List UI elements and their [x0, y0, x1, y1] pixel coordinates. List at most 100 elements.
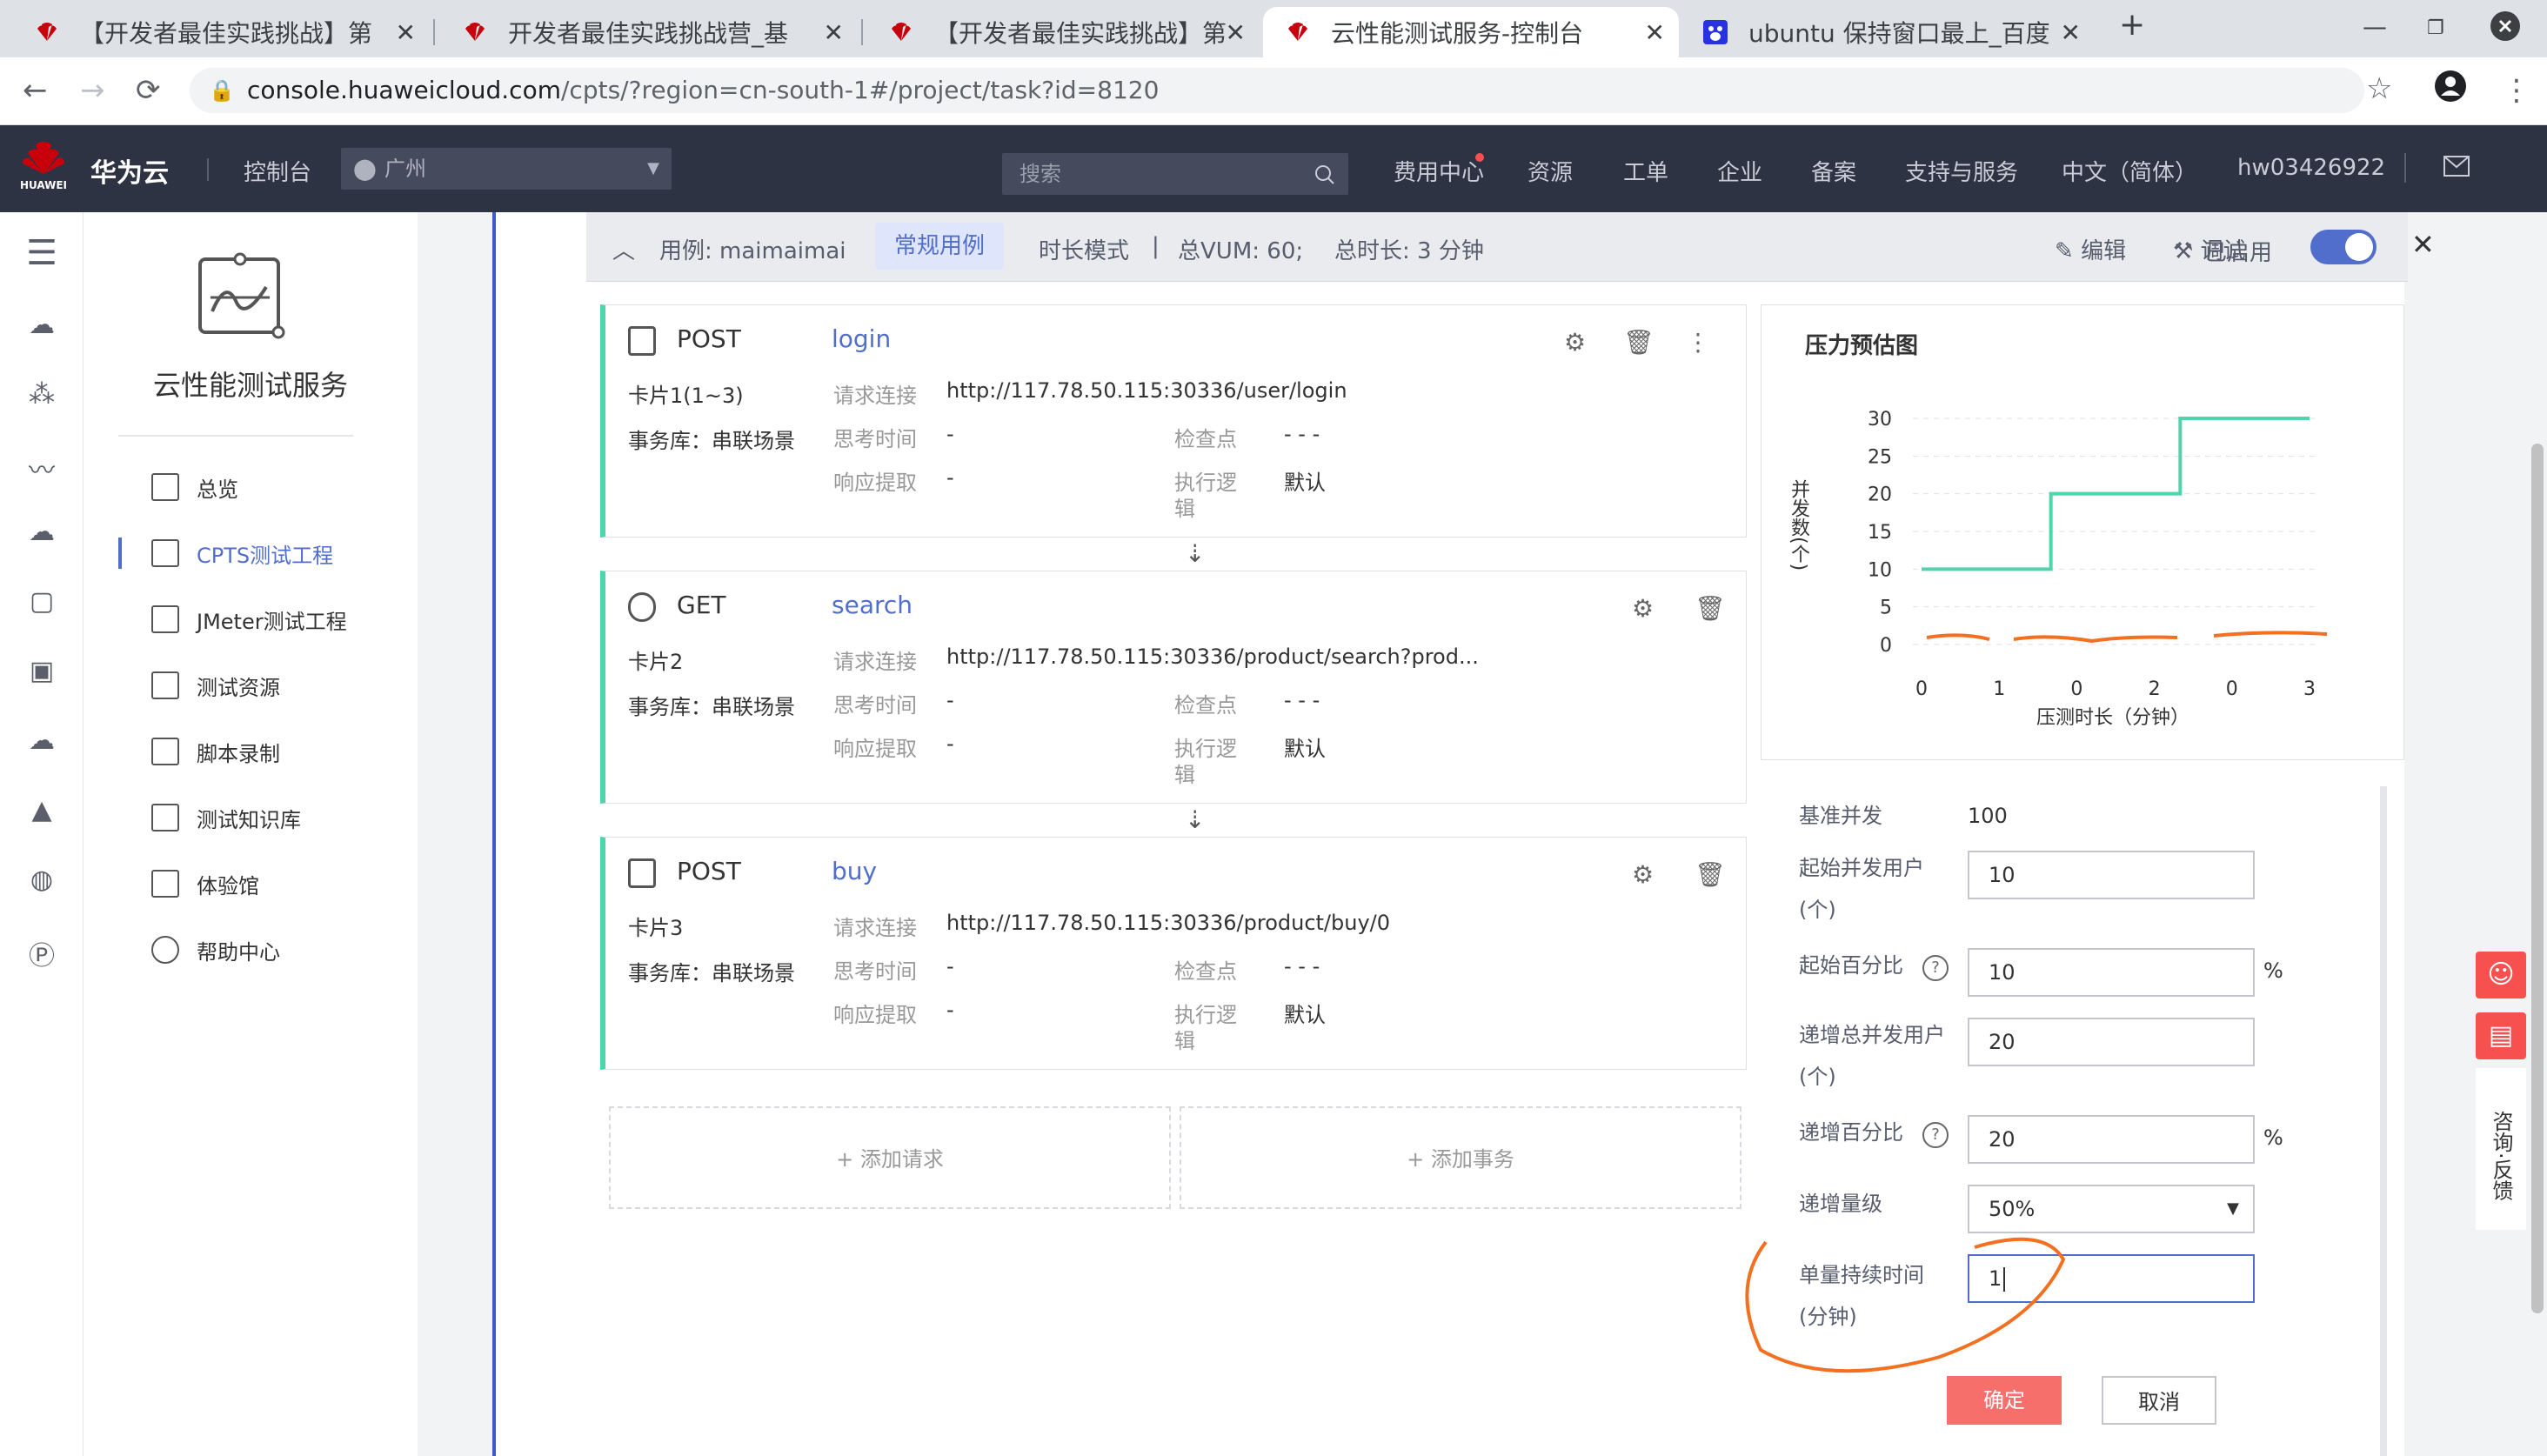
profile-avatar-icon[interactable] [2434, 70, 2467, 110]
pyramid-icon[interactable]: ▲ [23, 795, 61, 833]
window-close-icon[interactable] [2490, 10, 2521, 48]
request-name[interactable]: buy [832, 857, 877, 885]
more-icon[interactable]: ⋮ [1686, 328, 1710, 357]
inc-users-input[interactable]: 20 [1968, 1018, 2255, 1066]
delete-icon[interactable]: 🗑 [1695, 860, 1726, 889]
nav-filing[interactable]: 备案 [1811, 155, 1856, 187]
request-card-buy[interactable]: POST buy 卡片3 事务库：串联场景 请求连接 http://117.78… [600, 837, 1747, 1070]
close-tab-icon[interactable]: ✕ [824, 18, 844, 47]
nav-enterprise[interactable]: 企业 [1717, 155, 1762, 187]
help-icon[interactable]: ? [1922, 955, 1949, 981]
notification-dot [1475, 153, 1484, 162]
search-input[interactable]: 搜索 [1002, 153, 1348, 195]
nav-username[interactable]: hw03426922 [2237, 155, 2385, 181]
request-url: http://117.78.50.115:30336/user/login [946, 378, 1347, 403]
cdn-cloud-icon[interactable]: ☁ [23, 725, 61, 764]
request-name[interactable]: search [832, 591, 913, 619]
chat-icon[interactable]: ▤ [2476, 1012, 2526, 1059]
database-icon[interactable]: ▢ [23, 586, 61, 624]
hamburger-menu-icon[interactable]: ☰ [23, 233, 61, 273]
play-icon [151, 870, 179, 898]
restore-icon[interactable]: ❐ [2427, 17, 2444, 39]
browser-tab-5[interactable]: ubuntu 保持窗口最上_百度 ✕ [1681, 7, 2095, 57]
url-label: 请求连接 [833, 916, 917, 940]
start-users-input[interactable]: 10 [1968, 851, 2255, 899]
separator: | [1152, 233, 1160, 259]
url-field[interactable]: 🔒 console.huaweicloud.com/cpts/?region=cn… [190, 68, 2364, 113]
sidebar-item-help[interactable]: 帮助中心 [118, 924, 405, 976]
divider [207, 158, 209, 181]
page-scrollbar[interactable] [2531, 444, 2544, 1313]
chevron-up-icon[interactable]: ︿ [612, 233, 635, 265]
think-value: - [946, 954, 954, 978]
tab-title: 【开发者最佳实践挑战】第 [80, 19, 373, 48]
nav-support[interactable]: 支持与服务 [1905, 155, 2018, 187]
request-card-search[interactable]: GET search 卡片2 事务库：串联场景 请求连接 http://117.… [600, 571, 1747, 804]
close-tab-icon[interactable]: ✕ [1645, 18, 1665, 47]
sidebar-item-overview[interactable]: 总览 [118, 461, 405, 513]
delete-icon[interactable]: 🗑 [1695, 594, 1726, 623]
sidebar-item-knowledge[interactable]: 测试知识库 [118, 791, 405, 844]
feedback-button[interactable]: 咨询·反馈 [2476, 1068, 2526, 1230]
browser-tab-2[interactable]: 开发者最佳实践挑战营_基 ✕ [440, 7, 858, 57]
cluster-icon[interactable]: ⁂ [23, 379, 61, 417]
hand-drawn-circle-annotation [1745, 1237, 2066, 1373]
confirm-button[interactable]: 确定 [1947, 1376, 2062, 1425]
close-tab-icon[interactable]: ✕ [1226, 18, 1246, 47]
sidebar-item-experience[interactable]: 体验馆 [118, 858, 405, 910]
globe-icon[interactable]: ◍ [23, 865, 61, 903]
huawei-logo[interactable]: HUAWEI [19, 141, 68, 197]
brand-name[interactable]: 华为云 [90, 151, 169, 190]
storage-icon[interactable]: ☁ [23, 517, 61, 555]
add-transaction-button[interactable]: + 添加事务 [1180, 1106, 1741, 1209]
add-request-button[interactable]: + 添加请求 [609, 1106, 1171, 1209]
close-case-icon[interactable]: ✕ [2411, 228, 2435, 261]
bookmark-star-icon[interactable]: ☆ [2366, 71, 2392, 106]
nav-language[interactable]: 中文（简体） [2062, 155, 2197, 187]
smiley-service-icon[interactable]: ☺ [2476, 952, 2526, 998]
config-icon[interactable]: ⚙ [1632, 860, 1654, 889]
delete-icon[interactable]: 🗑 [1623, 328, 1655, 357]
nav-billing[interactable]: 费用中心 [1394, 155, 1484, 187]
sidebar-item-jmeter-project[interactable]: JMeter测试工程 [118, 593, 405, 645]
browser-tab-active[interactable]: 云性能测试服务-控制台 ✕ [1263, 7, 1679, 57]
new-tab-button[interactable]: + [2119, 7, 2145, 43]
browser-tab-1[interactable]: 【开发者最佳实践挑战】第 ✕ [12, 7, 430, 57]
sidebar-item-resources[interactable]: 测试资源 [118, 659, 405, 711]
sidebar-item-script-record[interactable]: 脚本录制 [118, 725, 405, 778]
start-pct-input[interactable]: 10 [1968, 948, 2255, 997]
request-method: GET [677, 591, 726, 619]
level-select[interactable]: 50% ▼ [1968, 1185, 2255, 1233]
monitor-wave-icon[interactable]: 〰 [23, 449, 61, 487]
config-icon[interactable]: ⚙ [1564, 328, 1586, 357]
browser-menu-icon[interactable]: ⋮ [2502, 73, 2531, 108]
minimize-icon[interactable]: — [2363, 12, 2387, 41]
reload-icon[interactable]: ⟳ [136, 73, 161, 108]
request-method: POST [677, 324, 741, 353]
cloud-server-icon[interactable]: ☁ [23, 310, 61, 348]
mail-icon[interactable] [2443, 155, 2470, 181]
request-card-login[interactable]: POST login 卡片1(1~3) 事务库：串联场景 请求连接 http:/… [600, 304, 1747, 538]
forward-icon[interactable]: → [80, 73, 105, 108]
inc-pct-input[interactable]: 20 [1968, 1115, 2255, 1164]
edit-label: 编辑 [2081, 238, 2127, 264]
nav-resources[interactable]: 资源 [1528, 155, 1573, 187]
back-icon[interactable]: ← [23, 73, 48, 108]
container-icon[interactable]: ▣ [23, 656, 61, 694]
form-scrollbar[interactable] [2380, 786, 2387, 1456]
cancel-button[interactable]: 取消 [2102, 1376, 2216, 1425]
close-tab-icon[interactable]: ✕ [2061, 18, 2081, 47]
close-tab-icon[interactable]: ✕ [396, 18, 416, 47]
config-icon[interactable]: ⚙ [1632, 594, 1654, 623]
console-link[interactable]: 控制台 [244, 155, 311, 187]
browser-tab-3[interactable]: 【开发者最佳实践挑战】第 ✕ [866, 7, 1260, 57]
ip-icon[interactable]: Ⓟ [23, 934, 61, 972]
sidebar-item-cpts-project[interactable]: CPTS测试工程 [118, 527, 405, 579]
search-icon [1314, 153, 1336, 195]
nav-tickets[interactable]: 工单 [1623, 155, 1668, 187]
enable-toggle[interactable] [2310, 230, 2377, 264]
request-name[interactable]: login [832, 324, 891, 353]
help-icon[interactable]: ? [1922, 1122, 1949, 1148]
edit-button[interactable]: ✎ 编辑 [2055, 233, 2126, 265]
region-select[interactable]: ⬤ 广州 ▼ [341, 148, 672, 190]
